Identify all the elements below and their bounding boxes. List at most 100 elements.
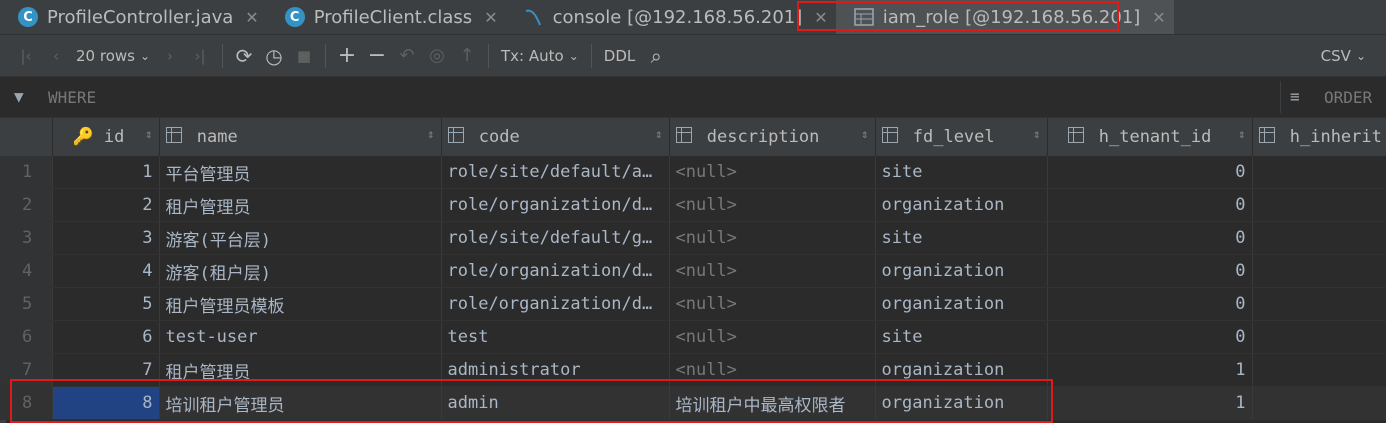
cell-h-inherit[interactable] bbox=[1252, 254, 1386, 288]
sort-arrows-icon[interactable]: ⇕ bbox=[655, 127, 662, 141]
cell-h-tenant-id[interactable]: 0 bbox=[1047, 287, 1253, 321]
primary-key-icon: 🔑 bbox=[72, 127, 94, 147]
order-input[interactable]: ORDER bbox=[1324, 88, 1372, 107]
tab-console[interactable]: console [@192.168.56.201] ✕ bbox=[506, 0, 836, 34]
cell-h-tenant-id[interactable]: 1 bbox=[1047, 386, 1253, 420]
sort-arrows-icon[interactable]: ⇕ bbox=[861, 127, 868, 141]
table-row[interactable]: 5 5 租户管理员模板 role/organization/d… <null> … bbox=[0, 287, 1386, 321]
cell-id[interactable]: 3 bbox=[52, 221, 160, 255]
add-row-icon[interactable]: + bbox=[332, 41, 362, 71]
cell-h-inherit[interactable] bbox=[1252, 221, 1386, 255]
cell-name[interactable]: 平台管理员 bbox=[159, 156, 442, 189]
history-icon[interactable]: ◷ bbox=[259, 41, 289, 71]
cell-fd-level[interactable]: site bbox=[875, 221, 1048, 255]
revert-icon[interactable]: ↶ bbox=[392, 41, 422, 71]
cell-name[interactable]: 游客(租户层) bbox=[159, 254, 442, 288]
cell-h-tenant-id[interactable]: 0 bbox=[1047, 188, 1253, 222]
table-row[interactable]: 1 1 平台管理员 role/site/default/a… <null> si… bbox=[0, 156, 1386, 189]
cell-description[interactable]: <null> bbox=[669, 156, 876, 189]
preview-icon[interactable]: ◎ bbox=[422, 41, 452, 71]
column-header-id[interactable]: 🔑 id ⇕ bbox=[52, 118, 160, 156]
cell-name[interactable]: 游客(平台层) bbox=[159, 221, 442, 255]
cell-h-tenant-id[interactable]: 0 bbox=[1047, 221, 1253, 255]
column-header-fd-level[interactable]: fd_level ⇕ bbox=[875, 118, 1048, 156]
cell-id[interactable]: 1 bbox=[52, 156, 160, 189]
cell-code[interactable]: role/organization/d… bbox=[441, 188, 670, 222]
sort-icon[interactable]: ≡ bbox=[1290, 87, 1300, 106]
column-header-code[interactable]: code ⇕ bbox=[441, 118, 670, 156]
cell-code[interactable]: role/organization/d… bbox=[441, 254, 670, 288]
export-format-select[interactable]: CSV ⌄ bbox=[1315, 41, 1372, 71]
table-row[interactable]: 3 3 游客(平台层) role/site/default/g… <null> … bbox=[0, 221, 1386, 255]
cell-h-inherit[interactable] bbox=[1252, 287, 1386, 321]
column-header-h-inherit[interactable]: h_inherit bbox=[1252, 118, 1386, 156]
cell-name[interactable]: 租户管理员 bbox=[159, 188, 442, 222]
cell-id[interactable]: 2 bbox=[52, 188, 160, 222]
cell-h-inherit[interactable] bbox=[1252, 188, 1386, 222]
cell-description[interactable]: <null> bbox=[669, 221, 876, 255]
cell-code[interactable]: role/site/default/g… bbox=[441, 221, 670, 255]
row-number[interactable]: 1 bbox=[0, 156, 53, 189]
sort-arrows-icon[interactable]: ⇕ bbox=[145, 127, 152, 141]
tab-profile-controller[interactable]: C ProfileController.java ✕ bbox=[0, 0, 267, 34]
column-name: code bbox=[478, 127, 520, 147]
cell-description[interactable]: <null> bbox=[669, 320, 876, 354]
cell-description[interactable]: <null> bbox=[669, 188, 876, 222]
cell-fd-level[interactable]: organization bbox=[875, 188, 1048, 222]
refresh-icon[interactable]: ⟳ bbox=[229, 41, 259, 71]
row-number[interactable]: 5 bbox=[0, 287, 53, 321]
cell-h-inherit[interactable] bbox=[1252, 386, 1386, 420]
first-page-icon[interactable]: |‹ bbox=[10, 41, 42, 71]
cell-fd-level[interactable]: organization bbox=[875, 254, 1048, 288]
cell-id[interactable]: 5 bbox=[52, 287, 160, 321]
tx-mode-select[interactable]: Tx: Auto ⌄ bbox=[495, 41, 585, 71]
table-row[interactable]: 2 2 租户管理员 role/organization/d… <null> or… bbox=[0, 188, 1386, 222]
close-icon[interactable]: ✕ bbox=[245, 8, 258, 27]
cell-code[interactable]: test bbox=[441, 320, 670, 354]
table-row[interactable]: 4 4 游客(租户层) role/organization/d… <null> … bbox=[0, 254, 1386, 288]
cell-h-tenant-id[interactable]: 0 bbox=[1047, 320, 1253, 354]
last-page-icon[interactable]: ›| bbox=[184, 41, 216, 71]
filter-icon[interactable]: ▼ bbox=[14, 87, 24, 106]
cell-name[interactable]: 租户管理员模板 bbox=[159, 287, 442, 321]
delete-row-icon[interactable]: − bbox=[362, 41, 392, 71]
cell-h-tenant-id[interactable]: 0 bbox=[1047, 254, 1253, 288]
cell-fd-level[interactable]: organization bbox=[875, 287, 1048, 321]
table-row[interactable]: 6 6 test-user test <null> site 0 bbox=[0, 320, 1386, 354]
cell-h-tenant-id[interactable]: 0 bbox=[1047, 156, 1253, 189]
ddl-button[interactable]: DDL bbox=[598, 41, 641, 71]
close-icon[interactable]: ✕ bbox=[1152, 8, 1165, 27]
cell-id[interactable]: 4 bbox=[52, 254, 160, 288]
cell-h-tenant-id[interactable]: 1 bbox=[1047, 353, 1253, 387]
row-number[interactable]: 4 bbox=[0, 254, 53, 288]
row-number[interactable]: 2 bbox=[0, 188, 53, 222]
sort-arrows-icon[interactable]: ⇕ bbox=[427, 127, 434, 141]
tab-profile-client[interactable]: C ProfileClient.class ✕ bbox=[267, 0, 506, 34]
cell-description[interactable]: <null> bbox=[669, 287, 876, 321]
column-header-description[interactable]: description ⇕ bbox=[669, 118, 876, 156]
stop-icon[interactable]: ■ bbox=[289, 41, 319, 71]
page-size-select[interactable]: 20 rows ⌄ bbox=[70, 41, 156, 71]
cell-description[interactable]: <null> bbox=[669, 254, 876, 288]
cell-h-inherit[interactable] bbox=[1252, 353, 1386, 387]
row-number[interactable]: 6 bbox=[0, 320, 53, 354]
cell-id[interactable]: 6 bbox=[52, 320, 160, 354]
column-header-h-tenant-id[interactable]: h_tenant_id ⇕ bbox=[1047, 118, 1253, 156]
submit-icon[interactable]: ↑ bbox=[452, 41, 482, 71]
cell-code[interactable]: role/site/default/a… bbox=[441, 156, 670, 189]
next-page-icon[interactable]: › bbox=[156, 41, 184, 71]
cell-name[interactable]: test-user bbox=[159, 320, 442, 354]
row-number[interactable]: 3 bbox=[0, 221, 53, 255]
where-input[interactable]: WHERE bbox=[48, 88, 96, 107]
prev-page-icon[interactable]: ‹ bbox=[42, 41, 70, 71]
cell-code[interactable]: role/organization/d… bbox=[441, 287, 670, 321]
cell-fd-level[interactable]: site bbox=[875, 156, 1048, 189]
cell-h-inherit[interactable] bbox=[1252, 320, 1386, 354]
search-icon[interactable]: ⌕ bbox=[641, 41, 671, 71]
close-icon[interactable]: ✕ bbox=[484, 8, 497, 27]
sort-arrows-icon[interactable]: ⇕ bbox=[1033, 127, 1040, 141]
cell-fd-level[interactable]: site bbox=[875, 320, 1048, 354]
column-header-name[interactable]: name ⇕ bbox=[159, 118, 442, 156]
cell-h-inherit[interactable] bbox=[1252, 156, 1386, 189]
sort-arrows-icon[interactable]: ⇕ bbox=[1238, 127, 1245, 141]
